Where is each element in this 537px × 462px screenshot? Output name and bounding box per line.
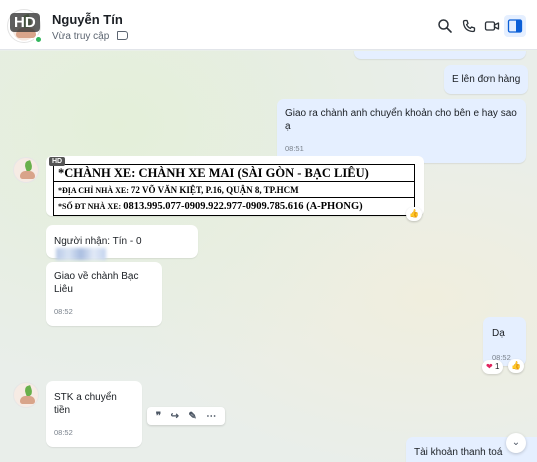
message-text: Tài khoản thanh toá bbox=[414, 447, 503, 458]
image-line-carrier: *CHÀNH XE: CHÀNH XE MAI (SÀI GÒN - BẠC L… bbox=[54, 165, 414, 182]
redacted-phone bbox=[56, 248, 106, 261]
contact-name[interactable]: Nguyễn Tín bbox=[52, 12, 123, 27]
reaction-count: 1 bbox=[494, 362, 500, 371]
message-text: STK a chuyển tiền bbox=[54, 392, 117, 416]
message-bubble-sent[interactable]: E lên đơn hàng bbox=[444, 65, 529, 94]
address-label: *ĐỊA CHỈ NHÀ XE: bbox=[58, 186, 129, 195]
message-text: Người nhận: Tín - 0 bbox=[54, 236, 142, 247]
contact-avatar[interactable]: HD bbox=[7, 9, 43, 44]
message-text: Giao về chành Bạc Liêu bbox=[54, 271, 139, 295]
message-time: 08:51 bbox=[285, 144, 304, 153]
sender-avatar[interactable] bbox=[13, 157, 39, 183]
message-time: 08:52 bbox=[54, 428, 73, 437]
forward-icon[interactable]: ↪ bbox=[171, 411, 179, 422]
message-text: E lên đơn hàng bbox=[452, 74, 521, 85]
search-icon[interactable] bbox=[437, 18, 453, 34]
image-line-phone: *SỐ ĐT NHÀ XE: 0813.995.077-0909.922.977… bbox=[54, 198, 414, 215]
like-reaction-button[interactable]: 👍 bbox=[406, 207, 422, 221]
quote-reply-icon[interactable]: ❞ bbox=[156, 411, 161, 422]
message-bubble-received[interactable]: STK a chuyển tiền 08:52 bbox=[46, 381, 142, 447]
phone-label: *SỐ ĐT NHÀ XE: bbox=[58, 202, 122, 211]
edit-note-icon[interactable]: ✎ bbox=[188, 411, 196, 422]
message-action-bar: ❞ ↪ ✎ ⋯ bbox=[147, 407, 225, 425]
message-text: Giao ra chành anh chuyển khoản cho bên e… bbox=[285, 108, 517, 132]
message-bubble-partial[interactable] bbox=[354, 51, 526, 59]
chat-header: HD Nguyễn Tín Vừa truy cập bbox=[0, 0, 537, 50]
more-options-icon[interactable]: ⋯ bbox=[206, 411, 216, 422]
message-bubble-received[interactable]: Người nhận: Tín - 0 bbox=[46, 225, 198, 261]
message-bubble-sent[interactable]: Giao ra chành anh chuyển khoản cho bên e… bbox=[277, 99, 526, 163]
sender-avatar[interactable] bbox=[13, 382, 39, 408]
phone-call-icon[interactable] bbox=[461, 18, 477, 34]
message-text: Dạ bbox=[492, 328, 505, 339]
phone-value: 0813.995.077-0909.922.977-0909.785.616 (… bbox=[123, 201, 363, 212]
reaction-summary[interactable]: ❤ 1 bbox=[482, 360, 504, 374]
toggle-info-panel-button[interactable] bbox=[504, 15, 526, 37]
sidebar-panel-icon bbox=[507, 19, 523, 33]
online-status-dot bbox=[34, 35, 43, 44]
tag-icon[interactable] bbox=[117, 31, 128, 40]
image-line-address: *ĐỊA CHỈ NHÀ XE: 72 VÕ VĂN KIỆT, P.16, Q… bbox=[54, 182, 414, 198]
message-list[interactable]: E lên đơn hàng Giao ra chành anh chuyển … bbox=[0, 51, 537, 462]
image-hd-badge: HD bbox=[49, 157, 66, 166]
scroll-to-bottom-button[interactable]: ⌄ bbox=[506, 433, 526, 453]
video-call-icon[interactable] bbox=[484, 18, 500, 34]
shipping-info-image[interactable]: *CHÀNH XE: CHÀNH XE MAI (SÀI GÒN - BẠC L… bbox=[53, 164, 415, 216]
last-seen-status: Vừa truy cập bbox=[52, 31, 110, 42]
message-bubble-received[interactable]: Giao về chành Bạc Liêu 08:52 bbox=[46, 262, 162, 326]
address-value: 72 VÕ VĂN KIỆT, P.16, QUẬN 8, TP.HCM bbox=[130, 185, 299, 195]
like-reaction-button[interactable]: 👍 bbox=[508, 359, 524, 373]
message-time: 08:52 bbox=[54, 307, 73, 316]
hd-badge: HD bbox=[10, 13, 40, 32]
